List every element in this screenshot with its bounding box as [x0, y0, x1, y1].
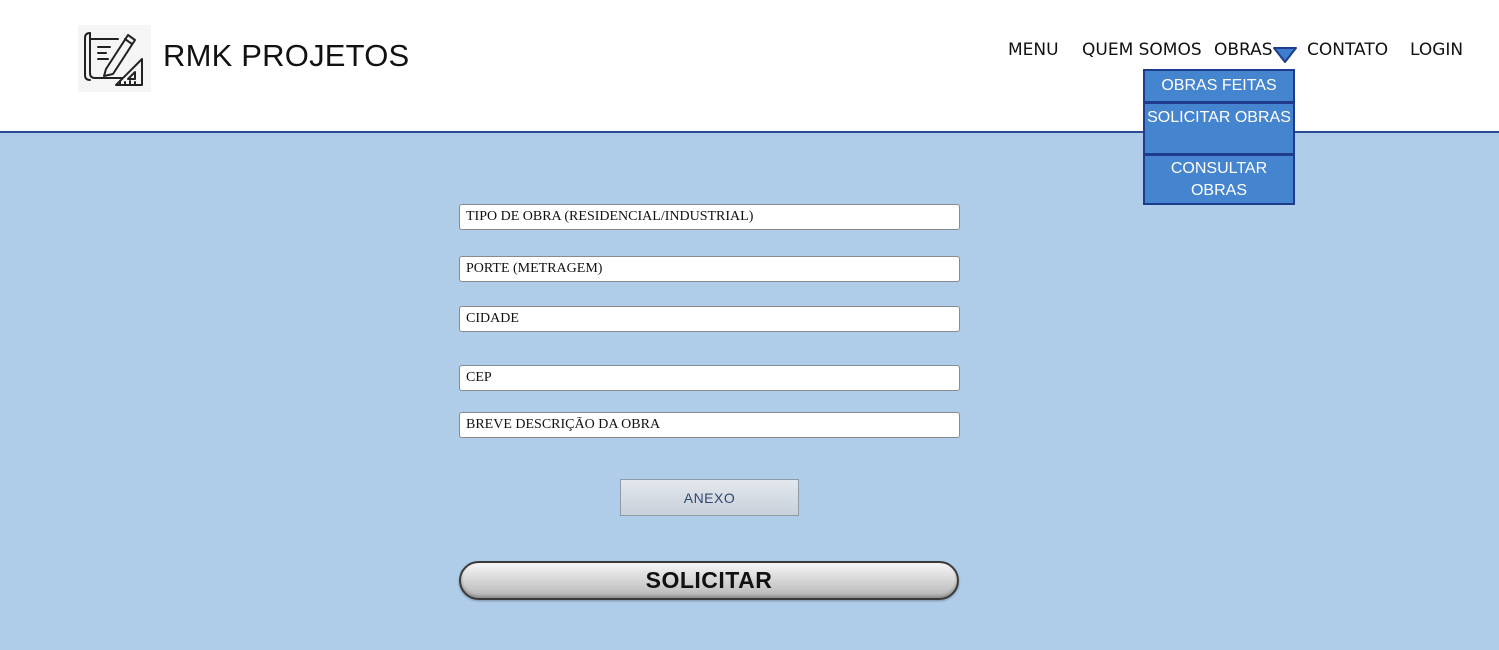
submit-request-button[interactable]: SOLICITAR	[459, 561, 959, 600]
blueprint-pencil-ruler-icon	[84, 32, 143, 86]
size-field[interactable]	[459, 256, 960, 282]
logo[interactable]	[78, 25, 151, 92]
caret-down-icon[interactable]	[1273, 46, 1297, 64]
works-dropdown-menu: OBRAS FEITAS SOLICITAR OBRAS CONSULTAR O…	[1143, 69, 1295, 205]
dropdown-item-consult-works[interactable]: CONSULTAR OBRAS	[1143, 155, 1295, 205]
nav-menu[interactable]: MENU	[1008, 40, 1059, 60]
dropdown-item-completed-works[interactable]: OBRAS FEITAS	[1143, 69, 1295, 103]
nav-contact[interactable]: CONTATO	[1307, 40, 1388, 60]
dropdown-item-request-works[interactable]: SOLICITAR OBRAS	[1143, 103, 1295, 155]
brand-title: RMK PROJETOS	[163, 38, 410, 73]
attach-button[interactable]: ANEXO	[620, 479, 799, 516]
nav-login[interactable]: LOGIN	[1410, 40, 1463, 60]
nav-about[interactable]: QUEM SOMOS	[1082, 40, 1202, 60]
nav-works[interactable]: OBRAS	[1214, 40, 1273, 60]
zip-code-field[interactable]	[459, 365, 960, 391]
city-field[interactable]	[459, 306, 960, 332]
work-type-field[interactable]	[459, 204, 960, 230]
work-description-field[interactable]	[459, 412, 960, 438]
